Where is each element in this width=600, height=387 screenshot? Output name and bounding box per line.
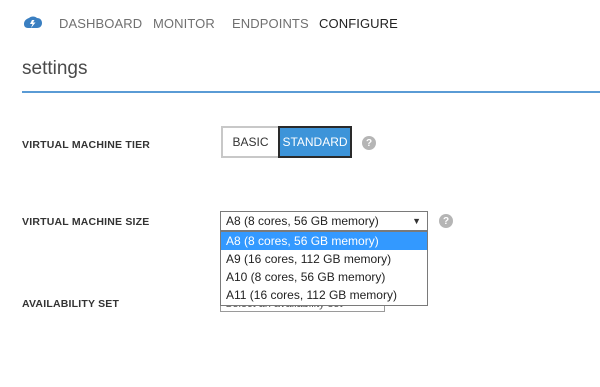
tab-endpoints[interactable]: ENDPOINTS [232, 16, 309, 31]
page-title: settings [22, 58, 88, 79]
tier-standard-button[interactable]: STANDARD [278, 126, 352, 158]
size-label: VIRTUAL MACHINE SIZE [22, 216, 150, 228]
tab-dashboard[interactable]: DASHBOARD [59, 16, 142, 31]
title-divider [22, 91, 600, 93]
top-nav: DASHBOARD MONITOR ENDPOINTS CONFIGURE [0, 0, 600, 48]
size-option-a8[interactable]: A8 (8 cores, 56 GB memory) [221, 232, 427, 250]
tab-configure[interactable]: CONFIGURE [319, 16, 398, 31]
size-select[interactable]: A8 (8 cores, 56 GB memory) ▼ [220, 211, 428, 231]
chevron-down-icon[interactable]: ▼ [412, 212, 421, 230]
size-select-value: A8 (8 cores, 56 GB memory) [226, 214, 379, 228]
tier-help-icon[interactable]: ? [362, 136, 376, 150]
tier-label: VIRTUAL MACHINE TIER [22, 139, 151, 151]
azure-cloud-icon[interactable] [23, 16, 43, 32]
size-option-a9[interactable]: A9 (16 cores, 112 GB memory) [221, 250, 427, 268]
size-option-a10[interactable]: A10 (8 cores, 56 GB memory) [221, 268, 427, 286]
availability-label: AVAILABILITY SET [22, 298, 120, 310]
size-option-a11[interactable]: A11 (16 cores, 112 GB memory) [221, 286, 427, 304]
tier-toggle: BASIC STANDARD [221, 126, 352, 158]
tier-basic-button[interactable]: BASIC [221, 126, 278, 158]
size-help-icon[interactable]: ? [439, 214, 453, 228]
tab-monitor[interactable]: MONITOR [153, 16, 215, 31]
size-dropdown-list: A8 (8 cores, 56 GB memory) A9 (16 cores,… [220, 231, 428, 306]
